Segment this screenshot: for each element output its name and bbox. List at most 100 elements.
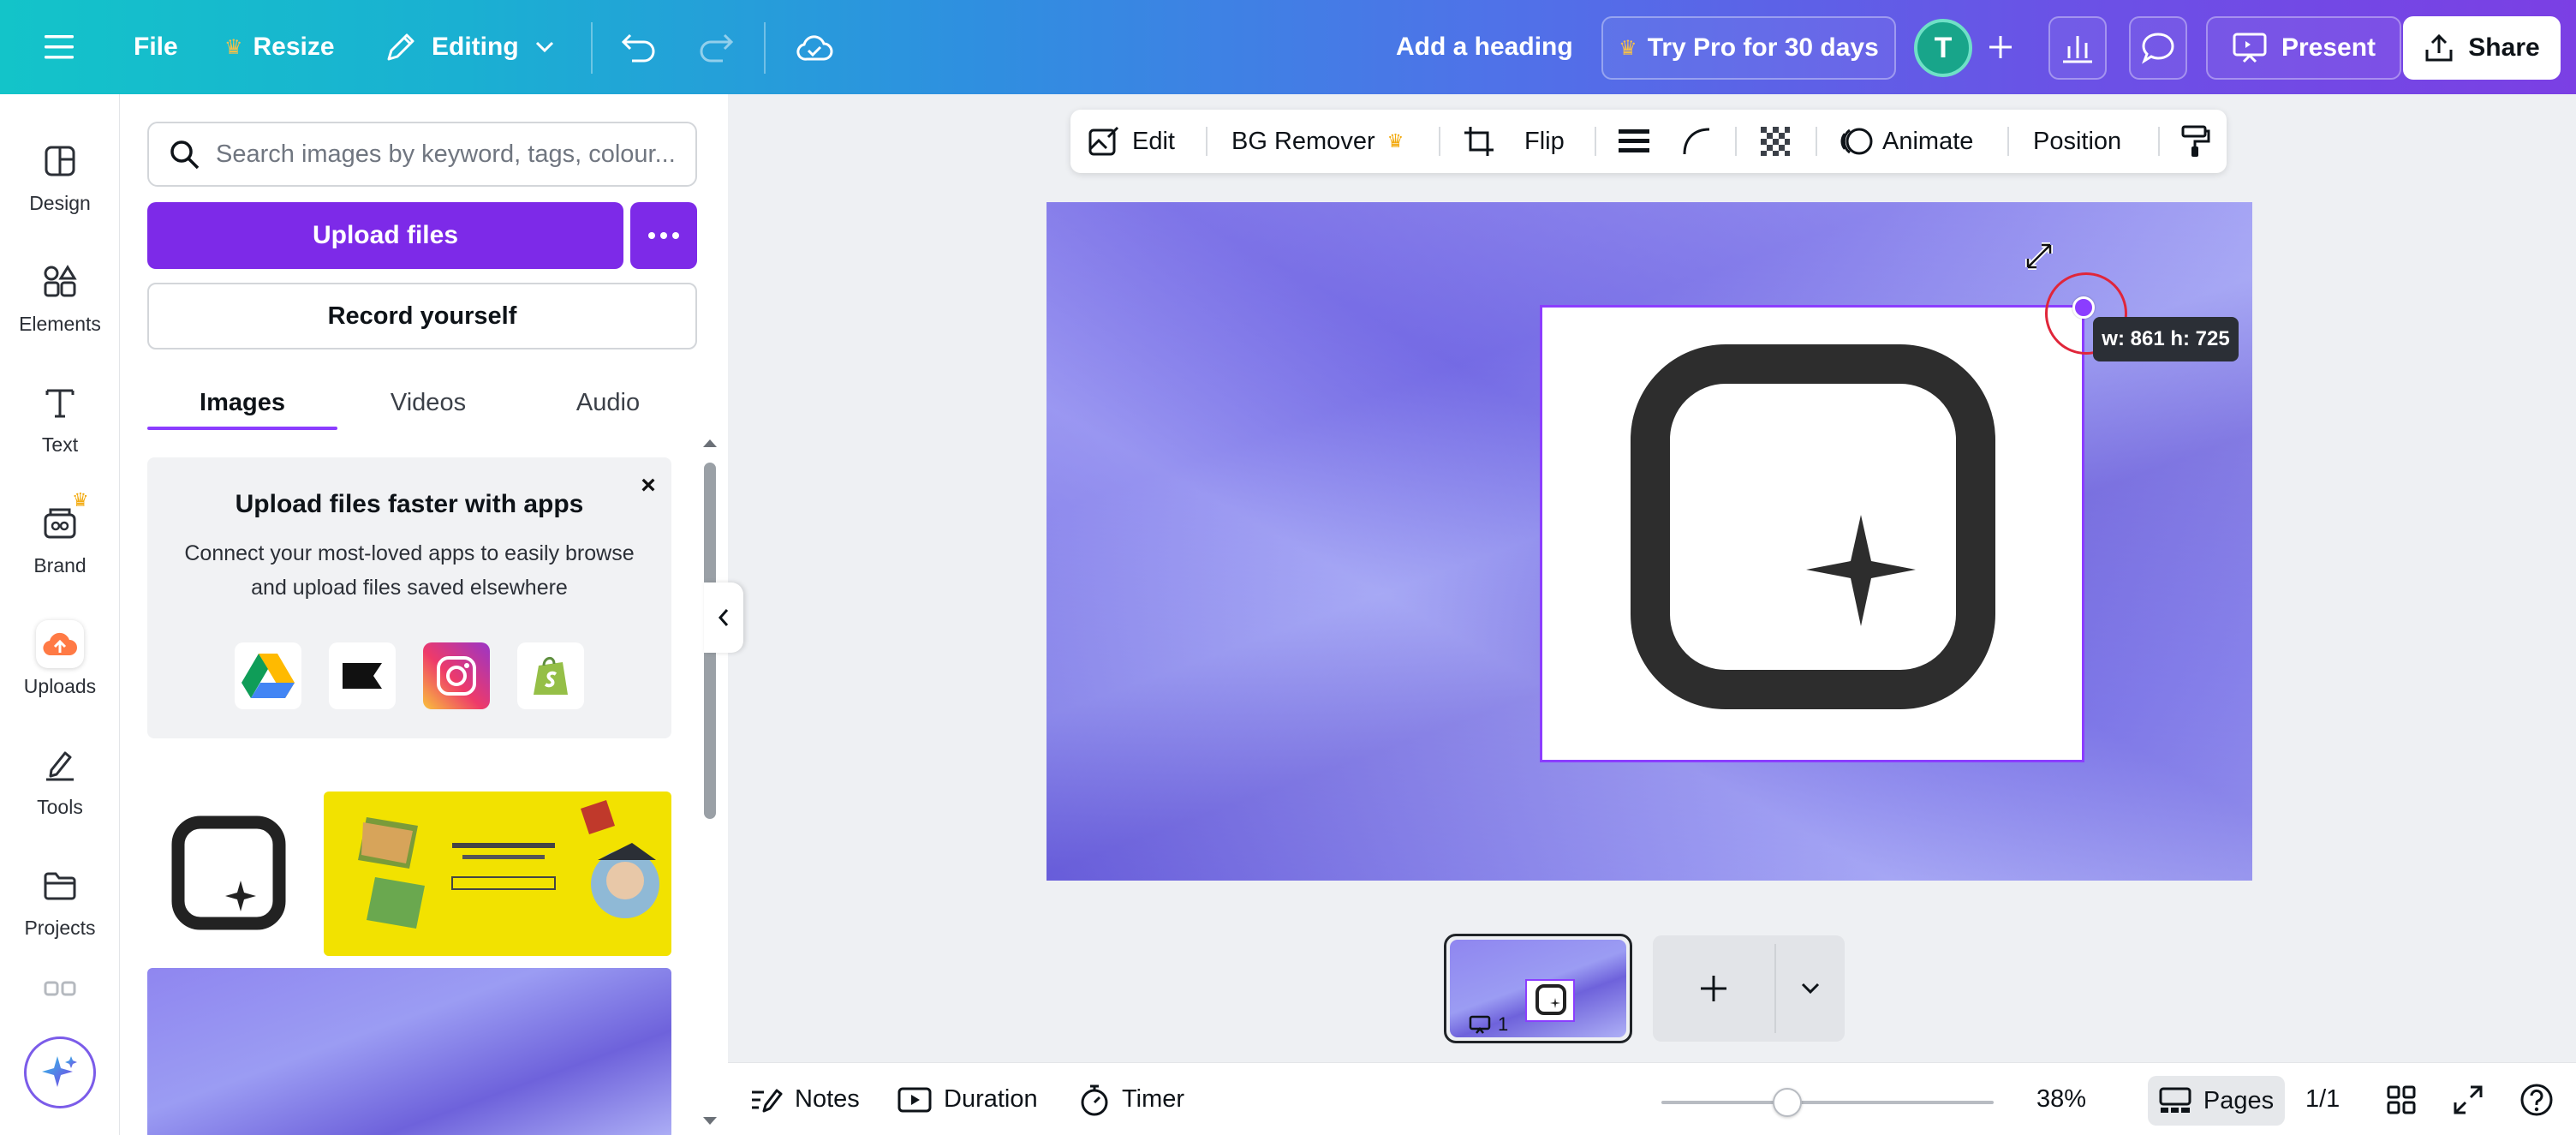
collapse-panel-button[interactable] [704,582,743,653]
rail-item-uploads[interactable]: Uploads [0,605,120,708]
uploaded-image-yellow-collage[interactable] [324,792,671,956]
promo-title: Upload files faster with apps [235,490,584,518]
crop-button[interactable] [1463,110,1495,173]
tab-audio[interactable]: Audio [522,377,694,428]
flip-button[interactable]: Flip [1524,110,1565,173]
insights-button[interactable] [2048,16,2107,80]
play-box-icon [897,1086,932,1114]
share-label: Share [2468,33,2540,62]
try-pro-label: Try Pro for 30 days [1647,33,1879,62]
tab-images[interactable]: Images [147,377,337,428]
animate-icon [1840,125,1874,158]
more-options-button[interactable] [630,202,697,269]
scroll-up-arrow-icon[interactable] [701,437,719,449]
resize-handle-top-right[interactable] [2072,296,2095,319]
bg-remover-button[interactable]: BG Remover ♛ [1231,110,1404,173]
upload-files-label: Upload files [312,221,459,249]
redo-button[interactable] [697,0,735,94]
record-yourself-button[interactable]: Record yourself [147,283,697,349]
rail-item-projects[interactable]: Projects [0,846,120,949]
add-page-button[interactable] [1653,935,1774,1042]
pages-view-button[interactable]: Pages [2148,1076,2285,1126]
selected-image-element[interactable] [1540,305,2084,762]
position-button[interactable]: Position [2033,110,2121,173]
undo-button[interactable] [620,0,658,94]
animate-button[interactable]: Animate [1840,110,1973,173]
main-menu-icon[interactable] [43,0,77,94]
design-title-label: Add a heading [1396,33,1573,61]
pages-label: Pages [2203,1086,2275,1114]
zoom-level[interactable]: 38% [2036,1063,2086,1135]
edit-image-button[interactable]: Edit [1088,110,1175,173]
avatar[interactable]: T [1914,19,1972,77]
rail-item-label: Tools [37,796,83,818]
zoom-slider-track[interactable] [1661,1101,1994,1104]
crown-icon: ♛ [1386,130,1404,152]
collage-image [358,800,659,929]
design-icon [36,137,84,185]
present-label: Present [2281,33,2376,62]
rail-item-elements[interactable]: Elements [0,242,120,345]
add-square-icon [1535,984,1566,1015]
rail-item-brand[interactable]: ♛ Brand [0,484,120,587]
scroll-down-arrow-icon[interactable] [701,1115,719,1127]
avatar-initial: T [1934,31,1953,64]
undo-icon [620,32,658,63]
share-button[interactable]: Share [2403,16,2561,80]
resize-diagonal-cursor-icon [2025,242,2053,270]
duration-button[interactable]: Duration [897,1063,1038,1135]
dimension-readout-label: w: 861 h: 725 [2102,327,2230,350]
timer-button[interactable]: Timer [1079,1063,1184,1135]
add-page-options-button[interactable] [1776,935,1845,1042]
klaviyo-icon[interactable] [329,642,396,709]
left-rail: Design Elements Text ♛ Brand Uploads Too… [0,94,120,1135]
comments-button[interactable] [2129,16,2187,80]
resize-button[interactable]: ♛ Resize [224,0,335,94]
fullscreen-button[interactable] [2453,1063,2484,1135]
copy-style-button[interactable] [2180,110,2211,173]
save-status-button[interactable] [795,0,834,94]
position-label: Position [2033,127,2122,155]
search-box[interactable] [147,122,697,187]
help-button[interactable] [2519,1063,2554,1135]
invite-button[interactable] [1987,0,2014,94]
present-button[interactable]: Present [2206,16,2401,80]
apps-icon[interactable] [43,980,77,999]
cloud-check-icon [795,30,834,64]
add-page-control [1653,935,1845,1042]
upload-files-button[interactable]: Upload files [147,202,623,269]
flip-label: Flip [1524,127,1565,155]
redo-icon [697,32,735,63]
transparency-button[interactable] [1759,110,1792,173]
tab-videos[interactable]: Videos [343,377,514,428]
cloud-upload-icon [36,620,84,668]
magic-assistant-button[interactable] [24,1036,96,1108]
instagram-icon[interactable] [423,642,490,709]
border-lines-icon [1619,128,1649,155]
toolbar-divider [2158,127,2160,156]
corner-rounding-button[interactable] [1682,110,1711,173]
text-icon [36,379,84,427]
notes-button[interactable]: Notes [750,1063,860,1135]
rail-item-design[interactable]: Design [0,122,120,224]
uploaded-image-plus-icon[interactable] [147,792,310,956]
rail-item-tools[interactable]: Tools [0,726,120,828]
try-pro-button[interactable]: ♛ Try Pro for 30 days [1601,16,1896,80]
share-upload-icon [2424,33,2454,63]
shopify-icon[interactable] [517,642,584,709]
toolbar-divider [1206,127,1208,156]
editing-mode-button[interactable]: Editing [384,0,555,94]
toolbar-divider [591,22,593,74]
uploaded-image-purple-gradient[interactable] [147,968,671,1135]
active-tab-indicator [147,427,337,430]
search-input[interactable] [216,140,678,169]
grid-view-button[interactable] [2386,1063,2417,1135]
border-style-button[interactable] [1619,110,1649,173]
file-menu-button[interactable]: File [134,0,178,94]
google-drive-icon[interactable] [235,642,301,709]
page-number-badge: 1 [1469,1013,1508,1036]
tab-label: Images [200,388,285,416]
rail-item-text[interactable]: Text [0,363,120,466]
design-title[interactable]: Add a heading [1396,0,1573,94]
page-thumbnail-1[interactable]: 1 [1444,934,1632,1043]
